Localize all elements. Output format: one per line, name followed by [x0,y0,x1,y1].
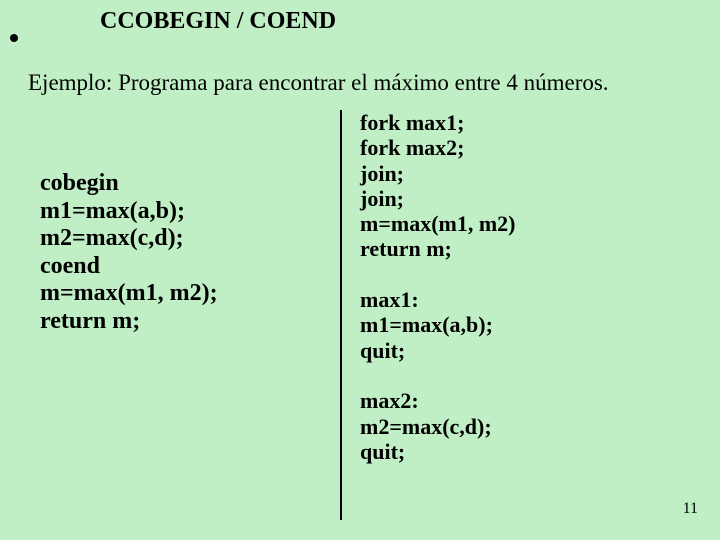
right-code-block: fork max1; fork max2; join; join; m=max(… [360,110,680,464]
content-columns: cobegin m1=max(a,b); m2=max(c,d); coend … [40,110,680,520]
left-code-block: cobegin m1=max(a,b); m2=max(c,d); coend … [40,170,340,336]
slide: CCOBEGIN / COEND Ejemplo: Programa para … [0,0,720,540]
column-divider [340,110,342,520]
slide-title: CCOBEGIN / COEND [100,8,336,35]
bullet-icon [10,34,18,42]
example-text: Ejemplo: Programa para encontrar el máxi… [28,70,609,96]
page-number: 11 [683,500,698,518]
